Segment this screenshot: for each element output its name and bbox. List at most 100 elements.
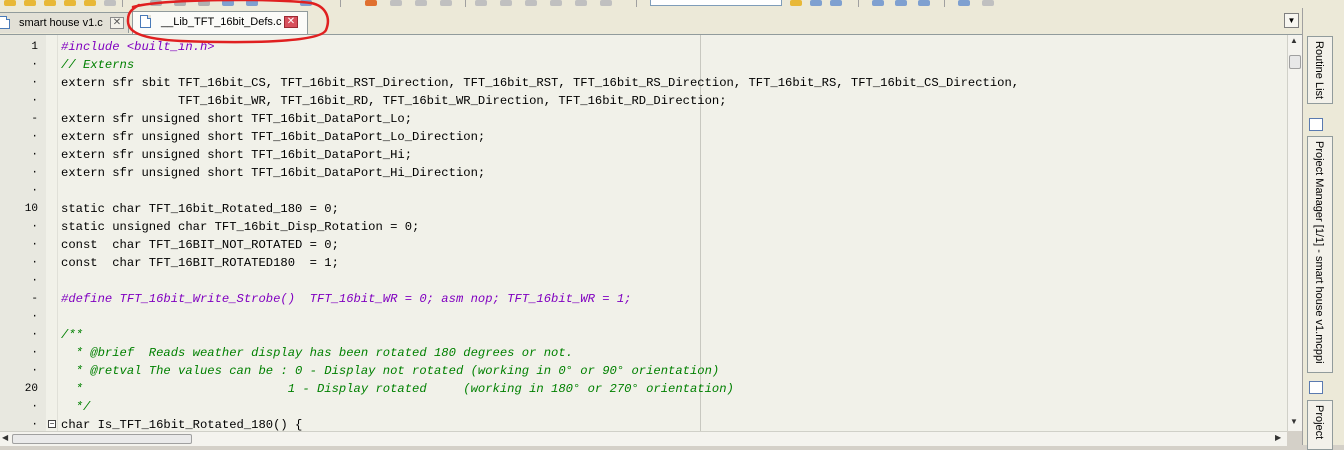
tab-smart-house[interactable]: smart house v1.c ✕ (0, 12, 129, 33)
vertical-scroll-thumb[interactable] (1289, 55, 1301, 69)
toolbar-separator (340, 0, 341, 7)
code-text: */ (61, 400, 91, 414)
line-number: - (31, 113, 38, 125)
toolbar-separator (858, 0, 859, 7)
code-line[interactable]: 20 * 1 - Display rotated (working in 180… (0, 380, 1287, 398)
code-text: * @retval The values can be : 0 - Displa… (61, 364, 720, 378)
line-number: · (31, 77, 38, 89)
code-line[interactable]: - #define TFT_16bit_Write_Strobe() TFT_16… (0, 290, 1287, 308)
code-text: /** (61, 328, 83, 342)
close-tab-icon[interactable]: ✕ (284, 16, 298, 28)
search-go-icon[interactable] (790, 0, 802, 6)
tile-icon[interactable] (918, 0, 930, 6)
horizontal-scrollbar[interactable]: ◀ ▶ (0, 431, 1287, 446)
tab-lib-tft-defs[interactable]: __Lib_TFT_16bit_Defs.c ✕ (132, 11, 308, 34)
scroll-left-icon[interactable]: ◀ (2, 433, 8, 442)
code-line[interactable]: · /** (0, 326, 1287, 344)
options-icon[interactable] (525, 0, 537, 6)
tab-list-dropdown-icon[interactable]: ▼ (1284, 13, 1299, 28)
line-number: · (31, 149, 38, 161)
step-icon[interactable] (500, 0, 512, 6)
run-icon[interactable] (440, 0, 452, 6)
save-icon[interactable] (24, 0, 36, 6)
code-line[interactable]: 1 #include <built_in.h> (0, 38, 1287, 56)
debug-icon[interactable] (475, 0, 487, 6)
close-tab-icon[interactable]: ✕ (110, 17, 124, 29)
project-manager-panel[interactable]: Project Manager [1/1] - smart house v1.m… (1307, 136, 1333, 373)
code-text: const char TFT_16BIT_ROTATED180 = 1; (61, 256, 339, 270)
tab-label: smart house v1.c (19, 17, 103, 29)
routine-list-label: Routine List (1313, 41, 1325, 100)
scroll-right-icon[interactable]: ▶ (1275, 433, 1281, 442)
line-number: · (31, 311, 38, 323)
code-line[interactable]: · const char TFT_16BIT_NOT_ROTATED = 0; (0, 236, 1287, 254)
toolbar-separator (465, 0, 466, 7)
build-all-icon[interactable] (390, 0, 402, 6)
save-all-icon[interactable] (64, 0, 76, 6)
code-text: extern sfr unsigned short TFT_16bit_Data… (61, 130, 486, 144)
undo-icon[interactable] (222, 0, 234, 6)
code-line[interactable]: - extern sfr unsigned short TFT_16bit_Dat… (0, 110, 1287, 128)
code-line[interactable]: · extern sfr unsigned short TFT_16bit_Dat… (0, 164, 1287, 182)
cut-icon[interactable] (150, 0, 162, 6)
code-line[interactable]: · // Externs (0, 56, 1287, 74)
toolbar-separator (122, 0, 123, 7)
code-line[interactable]: · extern sfr unsigned short TFT_16bit_Dat… (0, 146, 1287, 164)
build-icon[interactable] (365, 0, 377, 6)
print-icon[interactable] (104, 0, 116, 6)
search-next-icon[interactable] (810, 0, 822, 6)
code-text: * @brief Reads weather display has been … (61, 346, 573, 360)
code-line[interactable]: · − char Is_TFT_16bit_Rotated_180() { (0, 416, 1287, 431)
search-combo[interactable] (650, 0, 782, 6)
code-text: // Externs (61, 58, 135, 72)
copy-icon[interactable] (174, 0, 186, 6)
code-line[interactable]: · (0, 182, 1287, 200)
code-editor[interactable]: 1 #include <built_in.h> · // Externs · extern… (0, 35, 1287, 431)
paste-icon[interactable] (198, 0, 210, 6)
project-explorer-label: Project (1313, 405, 1325, 440)
code-line[interactable]: · extern sfr unsigned short TFT_16bit_Dat… (0, 128, 1287, 146)
web-icon[interactable] (958, 0, 970, 6)
code-line[interactable]: · TFT_16bit_WR, TFT_16bit_RD, TFT_16bit_… (0, 92, 1287, 110)
code-line[interactable]: · extern sfr sbit TFT_16bit_CS, TFT_16bit… (0, 74, 1287, 92)
code-line[interactable]: · static unsigned char TFT_16bit_Disp_Rot… (0, 218, 1287, 236)
window-icon[interactable] (872, 0, 884, 6)
code-line[interactable]: · (0, 308, 1287, 326)
layout-icon[interactable] (895, 0, 907, 6)
code-text: extern sfr sbit TFT_16bit_CS, TFT_16bit_… (61, 76, 1020, 90)
project-explorer-panel[interactable]: Project (1307, 400, 1333, 450)
code-line[interactable]: · * @brief Reads weather display has bee… (0, 344, 1287, 362)
code-line[interactable]: · * @retval The values can be : 0 - Disp… (0, 362, 1287, 380)
redo-icon[interactable] (246, 0, 258, 6)
editor-tab-bar: smart house v1.c ✕ __Lib_TFT_16bit_Defs.… (0, 8, 1302, 35)
tools-icon[interactable] (550, 0, 562, 6)
project-manager-icon (1309, 118, 1323, 131)
help-icon[interactable] (575, 0, 587, 6)
search-prev-icon[interactable] (830, 0, 842, 6)
scroll-down-icon[interactable]: ▼ (1290, 417, 1298, 426)
code-line[interactable]: 10 static char TFT_16bit_Rotated_180 = 0; (0, 200, 1287, 218)
line-number: · (31, 275, 38, 287)
close-file-icon[interactable] (84, 0, 96, 6)
code-line[interactable]: · const char TFT_16BIT_ROTATED180 = 1; (0, 254, 1287, 272)
code-text: extern sfr unsigned short TFT_16bit_Data… (61, 148, 413, 162)
settings-icon[interactable] (600, 0, 612, 6)
horizontal-scroll-thumb[interactable] (12, 434, 192, 444)
line-number: 10 (24, 203, 38, 215)
open-folder-icon[interactable] (4, 0, 16, 6)
vertical-scrollbar[interactable]: ▲ ▼ (1287, 35, 1303, 431)
about-icon[interactable] (982, 0, 994, 6)
fold-toggle-icon[interactable]: − (48, 420, 56, 428)
scroll-up-icon[interactable]: ▲ (1290, 36, 1298, 45)
find-icon[interactable] (300, 0, 312, 6)
right-side-panel: Routine List Project Manager [1/1] - sma… (1302, 8, 1344, 450)
project-manager-label: Project Manager [1/1] - smart house v1.m… (1313, 141, 1325, 364)
folder-icon[interactable] (44, 0, 56, 6)
line-number: · (31, 95, 38, 107)
code-text: TFT_16bit_WR, TFT_16bit_RD, TFT_16bit_WR… (61, 94, 727, 108)
line-number: · (31, 257, 38, 269)
code-line[interactable]: · (0, 272, 1287, 290)
program-icon[interactable] (415, 0, 427, 6)
routine-list-panel[interactable]: Routine List (1307, 36, 1333, 104)
code-line[interactable]: · */ (0, 398, 1287, 416)
